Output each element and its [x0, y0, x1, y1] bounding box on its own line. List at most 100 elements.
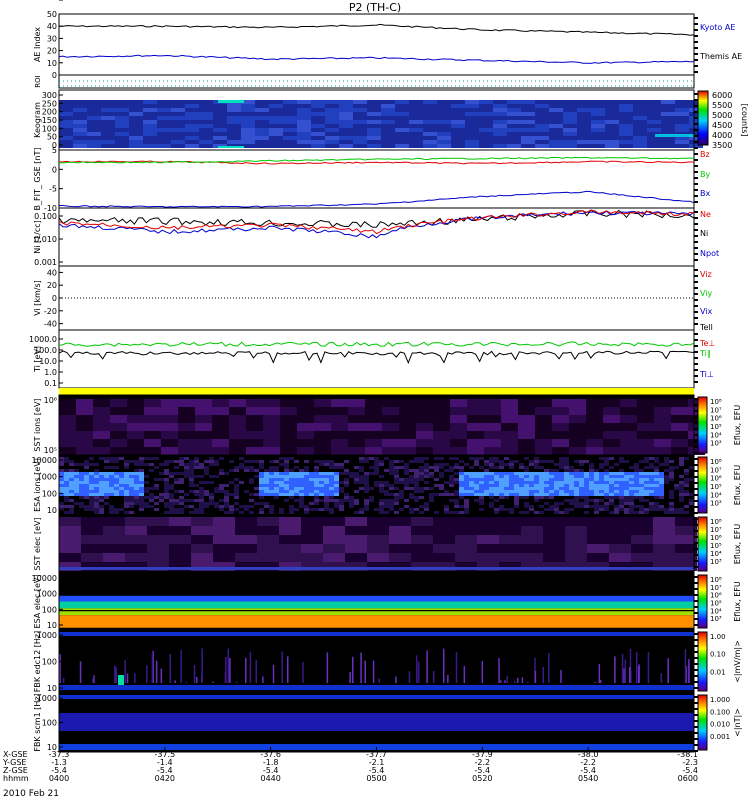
sst-elec-cell	[389, 544, 411, 553]
esa-ion-cell	[489, 493, 494, 496]
keogram-cell	[395, 136, 409, 140]
esa-ion-cell	[509, 472, 514, 475]
esa-ion-cell	[554, 472, 559, 475]
esa-ion-cell	[464, 487, 469, 490]
keogram-cell	[577, 128, 591, 132]
keogram-cell	[549, 120, 563, 124]
keogram-cell	[437, 140, 451, 144]
sst-ion-cell	[331, 439, 348, 447]
esa-ion-cell	[599, 484, 604, 487]
esa-ion-cell	[644, 499, 649, 502]
fbk-e-spike	[255, 659, 258, 683]
esa-ion-cell	[394, 457, 399, 460]
esa-ion-cell	[109, 463, 114, 466]
esa-ion-cell	[369, 511, 374, 514]
esa-ion-cell	[529, 478, 534, 481]
esa-ion-cell	[414, 460, 419, 463]
esa-ion-cell	[494, 481, 499, 484]
esa-ion-cell	[79, 475, 84, 478]
keogram-cell	[297, 108, 311, 112]
keogram-cell	[437, 128, 451, 132]
esa-ion-cell	[299, 508, 304, 511]
esa-ion-cell	[194, 484, 199, 487]
esa-ion-cell	[524, 499, 529, 502]
esa-ion-cell	[384, 466, 389, 469]
keogram-cell	[563, 144, 577, 148]
keogram-cell	[619, 100, 633, 104]
esa-ion-cell	[194, 457, 199, 460]
keogram-cell	[269, 124, 283, 128]
esa-ion-cell	[509, 475, 514, 478]
fbk-e-spike	[146, 665, 148, 683]
keogram-cell	[633, 136, 647, 140]
sst-elec-cell	[301, 553, 323, 562]
esa-ion-cell	[384, 505, 389, 508]
esa-ion-cell	[564, 466, 569, 469]
esa-ion-cell	[149, 493, 154, 496]
esa-ion-cell	[334, 502, 339, 505]
esa-ion-cell	[284, 472, 289, 475]
esa-ion-cell	[504, 472, 509, 475]
esa-ion-cell	[419, 460, 424, 463]
esa-ion-cell	[399, 469, 404, 472]
esa-ion-cell	[159, 490, 164, 493]
esa-ion-cell	[374, 493, 379, 496]
esa-ion-cell	[474, 511, 479, 514]
esa-ion-cell	[499, 478, 504, 481]
esa-ion-cell	[184, 487, 189, 490]
esa-ion-cell	[464, 457, 469, 460]
esa-ion-cell	[134, 469, 139, 472]
esa-ion-cell	[454, 475, 459, 478]
esa-ion-cell	[289, 496, 294, 499]
sst-elec-cell	[279, 553, 301, 562]
esa-ion-cell	[659, 475, 664, 478]
esa-ion-cell	[669, 466, 674, 469]
esa-ion-cell	[484, 481, 489, 484]
fbk-e-spike	[302, 662, 304, 683]
esa-ion-cell	[204, 511, 209, 514]
esa-ion-cell	[409, 469, 414, 472]
esa-ion-cell	[579, 478, 584, 481]
keogram-cell	[423, 140, 437, 144]
keogram-cell	[479, 124, 493, 128]
esa-ion-cell	[514, 466, 519, 469]
ae-frame	[58, 13, 695, 76]
esa-ion-cell	[89, 463, 94, 466]
keogram-cell	[129, 100, 143, 104]
esa-ion-cell	[614, 496, 619, 499]
esa-ion-cell	[149, 463, 154, 466]
sst-ion-cell	[416, 415, 433, 423]
esa-ion-cell	[489, 487, 494, 490]
esa-ion-cell	[229, 505, 234, 508]
esa_ion-ylabel: ESA ions [eV]	[33, 458, 42, 512]
esa-ion-cell	[449, 496, 454, 499]
sst-elec-cell	[257, 553, 279, 562]
esa-ion-cell	[509, 499, 514, 502]
esa-ion-cell	[579, 460, 584, 463]
keogram-cell	[479, 120, 493, 124]
esa-ion-cell	[589, 511, 594, 514]
esa-ion-cell	[494, 472, 499, 475]
esa-ion-cell	[229, 511, 234, 514]
esa-ion-cell	[414, 463, 419, 466]
esa-ion-cell	[114, 508, 119, 511]
esa-ion-cell	[319, 469, 324, 472]
sst-ion-cell	[586, 447, 603, 455]
xaxis-time-value: 0520	[472, 774, 492, 783]
esa-ion-cell	[674, 457, 679, 460]
esa-ion-cell	[529, 457, 534, 460]
esa-ion-cell	[549, 472, 554, 475]
esa-ion-cell	[139, 511, 144, 514]
esa-ion-cell	[459, 508, 464, 511]
esa-ion-cell	[344, 460, 349, 463]
sst-ion-cell	[195, 399, 212, 407]
esa-ion-cell	[249, 478, 254, 481]
bfield-series-2	[59, 190, 695, 208]
esa-ion-cell	[494, 496, 499, 499]
keogram-cell	[115, 128, 129, 132]
esa-ion-cell	[164, 475, 169, 478]
esa-ion-cell	[574, 505, 579, 508]
sst-ion-cell	[552, 415, 569, 423]
esa-ion-cell	[209, 463, 214, 466]
keogram-cell	[353, 132, 367, 136]
